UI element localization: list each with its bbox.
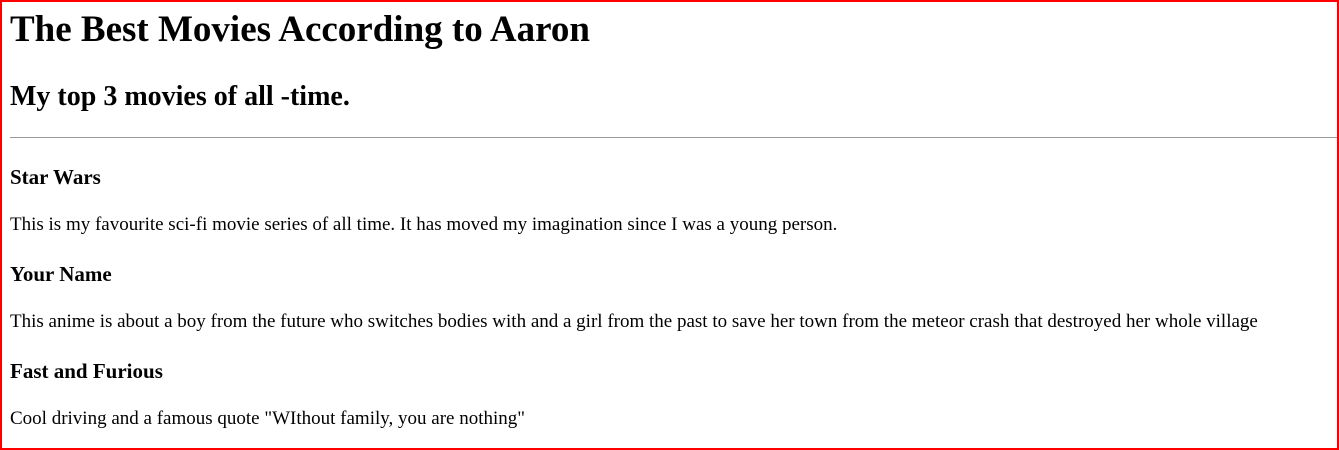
selection-frame [0, 0, 1339, 450]
